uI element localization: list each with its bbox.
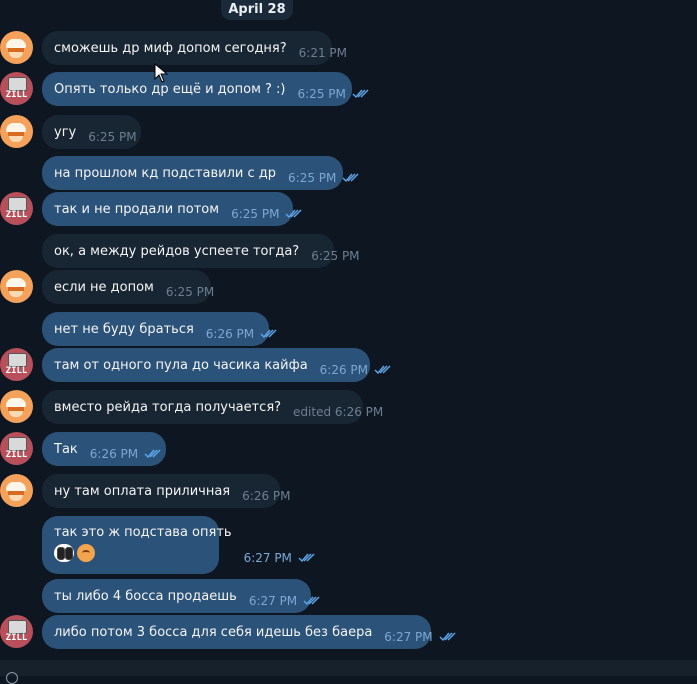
- message-text: ну там оплата приличная: [54, 483, 231, 499]
- message-meta: edited 6:26 PM: [293, 405, 383, 419]
- message-text: так и не продали потом: [54, 201, 220, 217]
- message-meta: 6:25 PM: [298, 87, 370, 101]
- avatar-zill[interactable]: ZILL: [0, 192, 33, 225]
- avatar-orange[interactable]: [0, 115, 33, 148]
- eyes-emoji-icon[interactable]: [54, 544, 74, 562]
- message-text: так это ж подстава опять: [54, 525, 232, 540]
- message-text: если не допом: [54, 279, 154, 295]
- message-meta: 6:25 PM: [88, 130, 136, 144]
- attach-icon[interactable]: [6, 672, 18, 684]
- message-text: на прошлом кд подставили с др: [54, 165, 277, 181]
- outgoing-message-bubble[interactable]: ты либо 4 босса продаешь 6:27 PM: [42, 579, 320, 613]
- message-time: 6:21 PM: [298, 46, 348, 60]
- outgoing-message-bubble[interactable]: либо потом 3 босса для себя идешь без ба…: [42, 615, 456, 649]
- message-time: 6:25 PM: [311, 249, 360, 263]
- incoming-message-bubble[interactable]: сможешь др миф допом сегодня? 6:21 PM: [42, 31, 347, 65]
- message-time: edited 6:26 PM: [293, 405, 384, 419]
- message-text: угу: [54, 124, 77, 140]
- message-meta: 6:26 PM: [242, 489, 290, 503]
- message-meta: 6:27 PM: [244, 551, 316, 565]
- message-meta: 6:25 PM: [231, 207, 303, 221]
- message-text: там от одного пула до часика кайфа: [54, 357, 308, 373]
- message-meta: 6:27 PM: [384, 630, 456, 644]
- reactions[interactable]: [54, 544, 232, 562]
- message-meta: 6:25 PM: [311, 249, 359, 263]
- message-time: 6:27 PM: [243, 551, 292, 565]
- message-time: 6:25 PM: [88, 130, 137, 144]
- chat-area: сможешь др миф допом сегодня? 6:21 PM Опят…: [0, 0, 697, 660]
- message-meta: 6:26 PM: [90, 447, 162, 461]
- read-check-icon: [303, 596, 320, 606]
- incoming-message-bubble[interactable]: если не допом 6:25 PM: [42, 270, 214, 304]
- message-text: Опять только др ещё и допом ? :): [54, 81, 286, 97]
- read-check-icon: [144, 449, 161, 459]
- outgoing-message-bubble[interactable]: там от одного пула до часика кайфа 6:26 P…: [42, 348, 391, 382]
- message-meta: 6:26 PM: [320, 363, 392, 377]
- read-check-icon: [285, 209, 302, 219]
- message-text: ок, а между рейдов успеете тогда?: [54, 243, 300, 259]
- avatar-zill[interactable]: ZILL: [0, 348, 33, 381]
- outgoing-message-bubble[interactable]: на прошлом кд подставили с др 6:25 PM: [42, 156, 359, 190]
- message-time: 6:25 PM: [288, 171, 337, 185]
- avatar-orange[interactable]: [0, 31, 33, 64]
- avatar-zill[interactable]: ZILL: [0, 615, 33, 648]
- message-time: 6:26 PM: [205, 327, 255, 341]
- avatar-orange[interactable]: [0, 474, 33, 507]
- read-check-icon: [342, 173, 359, 183]
- message-time: 6:25 PM: [165, 285, 215, 299]
- avatar-label: ZILL: [5, 210, 28, 220]
- message-composer[interactable]: [0, 660, 697, 684]
- message-text: ты либо 4 босса продаешь: [54, 588, 237, 604]
- message-time: 6:26 PM: [319, 363, 369, 377]
- outgoing-message-bubble[interactable]: Так 6:26 PM: [42, 432, 166, 466]
- read-check-icon: [260, 329, 277, 339]
- incoming-message-bubble[interactable]: вместо рейда тогда получается? edited 6:2…: [42, 390, 383, 424]
- incoming-message-bubble[interactable]: угу 6:25 PM: [42, 115, 141, 149]
- outgoing-message-bubble[interactable]: нет не буду браться 6:26 PM: [42, 312, 277, 346]
- avatar-zill[interactable]: ZILL: [0, 72, 33, 105]
- avatar-orange[interactable]: [0, 270, 33, 303]
- incoming-message-bubble[interactable]: ок, а между рейдов успеете тогда? 6:25 PM: [42, 234, 360, 268]
- avatar-zill[interactable]: ZILL: [0, 432, 33, 465]
- message-text: либо потом 3 босса для себя идешь без ба…: [54, 624, 373, 640]
- avatar-label: ZILL: [5, 450, 28, 460]
- read-check-icon: [439, 632, 456, 642]
- message-time: 6:26 PM: [89, 447, 139, 461]
- read-check-icon: [374, 365, 391, 375]
- message-text: Так: [54, 441, 78, 457]
- message-text: вместо рейда тогда получается?: [54, 399, 282, 415]
- message-time: 6:25 PM: [297, 87, 346, 101]
- avatar-orange[interactable]: [0, 390, 33, 423]
- avatar-label: ZILL: [5, 366, 28, 376]
- incoming-message-bubble[interactable]: ну там оплата приличная 6:26 PM: [42, 474, 291, 508]
- message-meta: 6:27 PM: [249, 594, 321, 608]
- message-time: 6:27 PM: [384, 630, 433, 644]
- read-check-icon: [298, 553, 315, 563]
- avatar-label: ZILL: [5, 633, 28, 643]
- message-time: 6:26 PM: [242, 489, 291, 503]
- avatar-label: ZILL: [5, 90, 28, 100]
- outgoing-message-bubble[interactable]: Опять только др ещё и допом ? :) 6:25 PM: [42, 72, 369, 106]
- message-time: 6:27 PM: [248, 594, 298, 608]
- read-check-icon: [352, 89, 369, 99]
- message-meta: 6:25 PM: [166, 285, 214, 299]
- outgoing-message-bubble[interactable]: так и не продали потом 6:25 PM: [42, 192, 302, 226]
- smiley-emoji-icon[interactable]: [77, 544, 95, 562]
- message-meta: 6:21 PM: [299, 46, 347, 60]
- message-text: сможешь др миф допом сегодня?: [54, 40, 287, 56]
- message-text: нет не буду браться: [54, 321, 194, 337]
- mouse-cursor-icon: [154, 63, 168, 83]
- date-separator: April 28: [221, 0, 293, 20]
- outgoing-message-bubble[interactable]: так это ж подстава опять 6:27 PM: [42, 516, 315, 574]
- message-meta: 6:25 PM: [288, 171, 360, 185]
- message-meta: 6:26 PM: [206, 327, 278, 341]
- message-time: 6:25 PM: [231, 207, 280, 221]
